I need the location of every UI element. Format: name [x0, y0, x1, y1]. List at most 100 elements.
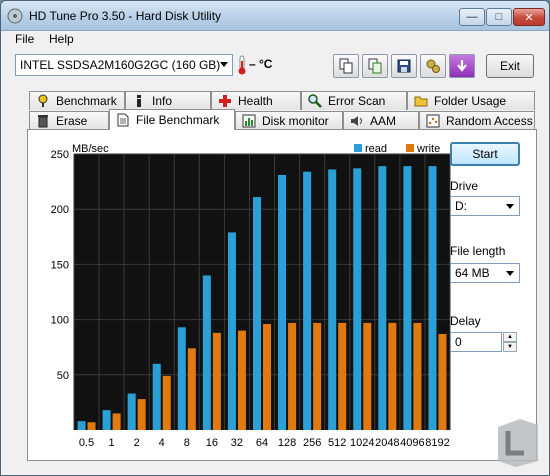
delay-input[interactable]: 0 — [450, 332, 502, 352]
bar-write — [313, 322, 322, 430]
tab-label: File Benchmark — [136, 113, 220, 127]
x-tick-label: 128 — [278, 437, 296, 449]
chevron-up-icon[interactable]: ▲ — [503, 332, 517, 342]
y-tick-label: 200 — [51, 204, 69, 216]
tab-folder-usage[interactable]: Folder Usage — [407, 91, 535, 110]
bar-read — [227, 232, 236, 430]
options-icon — [426, 59, 440, 73]
bar-write — [112, 413, 121, 430]
tab-erase[interactable]: Erase — [29, 111, 109, 130]
file-length-value: 64 MB — [455, 266, 490, 280]
bar-write — [363, 322, 372, 430]
x-tick-label: 512 — [328, 437, 346, 449]
temperature-readout: – °C — [249, 57, 273, 71]
y-tick-label: 100 — [51, 315, 69, 327]
title-bar[interactable]: HD Tune Pro 3.50 - Hard Disk Utility — □… — [1, 1, 549, 31]
drive-label: Drive — [450, 179, 479, 193]
bar-write — [137, 399, 146, 430]
bar-read — [252, 197, 261, 430]
tab-info[interactable]: Info — [125, 91, 211, 110]
tab-error-scan[interactable]: Error Scan — [301, 91, 407, 110]
tab-benchmark[interactable]: Benchmark — [29, 91, 125, 110]
bar-read — [353, 168, 362, 431]
save-button[interactable] — [391, 54, 417, 78]
x-tick-label: 1024 — [350, 437, 374, 449]
tab-label: Folder Usage — [434, 94, 507, 108]
copy-button[interactable] — [333, 54, 359, 78]
tab-random-access[interactable]: Random Access — [419, 111, 535, 130]
tab-label: Random Access — [446, 114, 533, 128]
delay-stepper[interactable]: ▲ ▼ — [503, 332, 517, 352]
tab-label: AAM — [370, 114, 397, 128]
delay-label: Delay — [450, 314, 481, 328]
save-copy-icon — [368, 58, 382, 74]
folder-icon — [414, 96, 428, 107]
bar-read — [177, 327, 186, 430]
drive-select-value: INTEL SSDSA2M160G2GC (160 GB) — [20, 58, 221, 72]
menu-file[interactable]: File — [15, 32, 34, 46]
bar-read — [102, 410, 111, 430]
copy-results-button[interactable] — [362, 54, 388, 78]
bar-read — [278, 174, 287, 430]
benchmark-chart: 50 100 150 200 250 MB/sec 0.5 1 2 4 8 16 32 64 128 256 5… — [51, 143, 451, 449]
x-tick-label: 4 — [159, 437, 165, 449]
site-logo — [498, 419, 538, 467]
drive-letter-select[interactable]: D: — [450, 196, 520, 216]
bar-read — [77, 421, 86, 430]
bar-read — [127, 393, 136, 430]
tab-label: Info — [152, 94, 173, 108]
bar-read — [328, 169, 337, 430]
y-tick-label: 250 — [51, 149, 69, 161]
tab-label: Erase — [56, 114, 88, 128]
bar-read — [378, 166, 387, 431]
drive-select[interactable]: INTEL SSDSA2M160G2GC (160 GB) — [15, 54, 233, 76]
bar-write — [87, 422, 96, 430]
x-tick-label: 64 — [256, 437, 268, 449]
legend-label-write: write — [416, 143, 440, 155]
close-button[interactable]: ✕ — [513, 8, 545, 26]
bar-write — [388, 322, 397, 430]
tab-aam[interactable]: AAM — [343, 111, 419, 130]
bar-read — [428, 166, 437, 431]
chevron-down-icon — [220, 62, 228, 67]
minimize-button[interactable]: — — [459, 8, 485, 26]
document-icon — [117, 113, 129, 127]
bar-read — [202, 275, 211, 430]
menu-help[interactable]: Help — [49, 32, 74, 46]
window-title: HD Tune Pro 3.50 - Hard Disk Utility — [29, 9, 222, 23]
x-tick-label: 2 — [134, 437, 140, 449]
thermometer-icon — [238, 55, 246, 75]
tab-label: Disk monitor — [262, 114, 329, 128]
bar-write — [288, 322, 297, 430]
chevron-down-icon — [506, 204, 514, 209]
chevron-down-icon[interactable]: ▼ — [503, 342, 517, 352]
benchmark-icon — [38, 94, 48, 107]
start-button[interactable]: Start — [450, 142, 520, 166]
tab-health[interactable]: Health — [211, 91, 301, 110]
bar-read — [403, 166, 412, 431]
tab-label: Error Scan — [328, 94, 386, 108]
y-axis-label: MB/sec — [72, 143, 109, 155]
x-tick-label: 8192 — [425, 437, 449, 449]
legend-swatch-read — [354, 144, 362, 152]
speaker-icon — [351, 116, 362, 126]
download-icon — [457, 60, 467, 72]
trash-icon — [38, 115, 48, 128]
tab-disk-monitor[interactable]: Disk monitor — [235, 111, 343, 130]
tab-label: Health — [238, 94, 273, 108]
maximize-button[interactable]: □ — [486, 8, 512, 26]
tab-file-benchmark[interactable]: File Benchmark — [109, 109, 235, 130]
bar-write — [162, 375, 171, 430]
file-length-label: File length — [450, 244, 506, 258]
options-button[interactable] — [420, 54, 446, 78]
bar-write — [413, 322, 422, 430]
download-button[interactable] — [449, 54, 475, 78]
drive-letter-value: D: — [455, 199, 467, 213]
magnifier-icon — [308, 94, 322, 108]
bar-write — [263, 324, 272, 430]
bar-read — [303, 171, 312, 430]
exit-button[interactable]: Exit — [486, 54, 534, 78]
y-tick-label: 50 — [57, 370, 69, 382]
file-length-select[interactable]: 64 MB — [450, 263, 520, 283]
bar-write — [212, 332, 221, 430]
